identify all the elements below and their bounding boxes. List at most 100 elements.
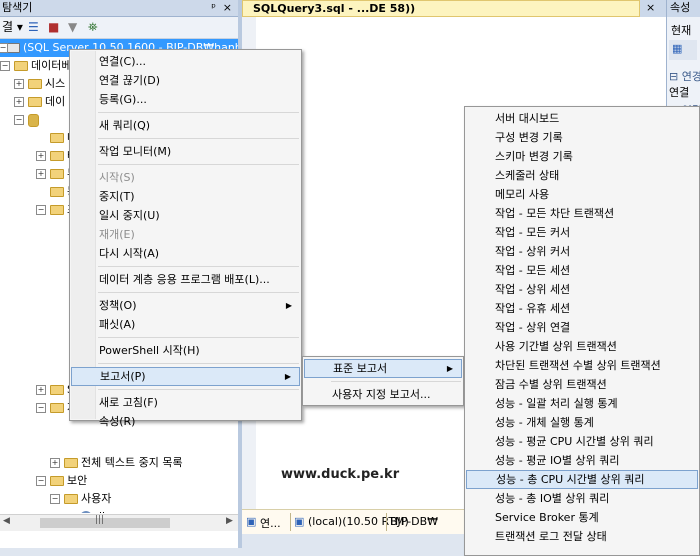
query-tab[interactable]: SQLQuery3.sql - ...DE 58)): [242, 0, 640, 17]
folder-icon: [28, 79, 42, 89]
watermark-text: www.duck.pe.kr: [281, 467, 400, 482]
tree-node-label: 전체 텍스트 중지 목록: [81, 456, 183, 469]
menu-item-label: 정책(O): [99, 299, 137, 312]
filter-icon[interactable]: ▼: [68, 20, 77, 35]
collapse-icon[interactable]: −: [0, 43, 8, 53]
property-category[interactable]: ⊟ 연경: [669, 68, 700, 84]
menu-item[interactable]: 중지(T): [71, 187, 300, 206]
menu-item[interactable]: 데이터 계층 응용 프로그램 배포(L)...: [71, 270, 300, 289]
tree-node[interactable]: −: [14, 111, 42, 129]
pin-icon[interactable]: ᵖ: [211, 0, 216, 16]
collapse-icon[interactable]: −: [0, 61, 10, 71]
close-icon[interactable]: ×: [223, 0, 232, 16]
tree-node[interactable]: + 전체 텍스트 중지 목록: [50, 454, 183, 472]
scrollbar-thumb[interactable]: [40, 518, 170, 528]
report-menu-item[interactable]: 작업 - 모든 세션: [466, 261, 698, 280]
menu-item[interactable]: 연결(C)...: [71, 52, 300, 71]
expand-icon[interactable]: +: [36, 151, 46, 161]
expand-icon[interactable]: +: [50, 458, 60, 468]
report-menu-item[interactable]: 사용 기간별 상위 트랜잭션: [466, 337, 698, 356]
collapse-icon[interactable]: −: [14, 115, 24, 125]
menu-item[interactable]: 패싯(A): [71, 315, 300, 334]
menu-separator: [331, 381, 461, 382]
report-menu-item[interactable]: Service Broker 통계: [466, 508, 698, 527]
report-menu-item[interactable]: 구성 변경 기록: [466, 128, 698, 147]
register-icon[interactable]: ☰: [28, 20, 39, 35]
menu-item[interactable]: 일시 중지(U): [71, 206, 300, 225]
tree-node[interactable]: dbo: [80, 508, 116, 513]
folder-icon: [50, 205, 64, 215]
report-menu-item[interactable]: 작업 - 모든 차단 트랜잭션: [466, 204, 698, 223]
menu-item[interactable]: 속성(R): [71, 412, 300, 431]
menu-item[interactable]: 연결 끊기(D): [71, 71, 300, 90]
folder-icon: [50, 151, 64, 161]
report-menu-item[interactable]: 성능 - 총 CPU 시간별 상위 쿼리: [466, 470, 698, 489]
report-menu-item[interactable]: 차단된 트랜잭션 수별 상위 트랜잭션: [466, 356, 698, 375]
menu-item-label: 연결(C)...: [99, 55, 146, 68]
menu-item[interactable]: 보고서(P) ▶: [71, 367, 300, 386]
menu-item[interactable]: 작업 모니터(M): [71, 142, 300, 161]
report-menu-item[interactable]: 성능 - 개체 실행 통계: [466, 413, 698, 432]
collapse-icon[interactable]: −: [50, 494, 60, 504]
expand-icon[interactable]: +: [14, 79, 24, 89]
folder-icon: [64, 458, 78, 468]
menu-item[interactable]: 새 쿼리(Q): [71, 116, 300, 135]
report-menu-item[interactable]: 작업 - 모든 커서: [466, 223, 698, 242]
expand-icon[interactable]: +: [14, 97, 24, 107]
report-menu-item[interactable]: 작업 - 유휴 세션: [466, 299, 698, 318]
server-icon: [6, 43, 20, 53]
connect-button[interactable]: 결 ▾: [2, 20, 23, 35]
expand-icon[interactable]: +: [36, 385, 46, 395]
menu-item[interactable]: 시작(S): [71, 168, 300, 187]
menu-item[interactable]: PowerShell 시작(H): [71, 341, 300, 360]
tree-node[interactable]: + 시스: [14, 75, 65, 93]
menu-item[interactable]: 다시 시작(A): [71, 244, 300, 263]
collapse-icon[interactable]: −: [36, 403, 46, 413]
report-menu-item[interactable]: 스케줄러 상태: [466, 166, 698, 185]
menu-item-label: 새 쿼리(Q): [99, 119, 151, 132]
menu-item[interactable]: 등록(G)...: [71, 90, 300, 109]
user-icon: [80, 511, 92, 513]
close-tab-icon[interactable]: ×: [646, 1, 655, 14]
tree-node[interactable]: − 데이터베: [0, 57, 71, 75]
menu-item-label: PowerShell 시작(H): [99, 344, 200, 357]
property-item[interactable]: 연결: [669, 84, 689, 100]
report-menu-item[interactable]: 작업 - 상위 연결: [466, 318, 698, 337]
properties-current: 현재: [671, 24, 692, 37]
categorized-icon[interactable]: ▦: [672, 42, 682, 55]
report-menu-item[interactable]: 잠금 수별 상위 트랜잭션: [466, 375, 698, 394]
menu-separator: [98, 389, 299, 390]
report-menu-item[interactable]: 스키마 변경 기록: [466, 147, 698, 166]
collapse-icon[interactable]: −: [36, 476, 46, 486]
object-explorer-title: 탐색기: [2, 1, 33, 14]
report-menu-item[interactable]: 성능 - 평균 CPU 시간별 상위 쿼리: [466, 432, 698, 451]
stop-icon[interactable]: ■: [48, 20, 59, 35]
status-connected: 연...: [260, 517, 281, 530]
expand-icon[interactable]: +: [36, 169, 46, 179]
report-menu-item[interactable]: 서버 대시보드: [466, 109, 698, 128]
menu-item[interactable]: 새로 고침(F): [71, 393, 300, 412]
horizontal-scrollbar[interactable]: ◀ ||| ▶: [0, 514, 238, 531]
collapse-icon[interactable]: −: [36, 205, 46, 215]
scroll-left-icon[interactable]: ◀: [3, 516, 10, 526]
report-menu-item[interactable]: 성능 - 총 IO별 상위 쿼리: [466, 489, 698, 508]
report-menu-item[interactable]: 트랜잭션 로그 전달 상태: [466, 527, 698, 546]
menu-item-label: 패싯(A): [99, 318, 136, 331]
tree-node[interactable]: + 데이: [14, 93, 65, 111]
properties-title: 속성: [667, 0, 700, 17]
report-menu-item[interactable]: 성능 - 평균 IO별 상위 쿼리: [466, 451, 698, 470]
report-menu-item[interactable]: 작업 - 상위 세션: [466, 280, 698, 299]
menu-item[interactable]: 정책(O) ▶: [71, 296, 300, 315]
report-menu-item[interactable]: 작업 - 상위 커서: [466, 242, 698, 261]
refresh-icon[interactable]: ⛯: [88, 20, 98, 35]
menu-item[interactable]: 재개(E): [71, 225, 300, 244]
grip-icon: |||: [95, 515, 105, 525]
menu-item[interactable]: 사용자 지정 보고서...: [304, 385, 462, 404]
scroll-right-icon[interactable]: ▶: [226, 516, 233, 526]
report-menu-item[interactable]: 메모리 사용: [466, 185, 698, 204]
tree-node[interactable]: − 사용자: [50, 490, 111, 508]
menu-item[interactable]: 표준 보고서 ▶: [304, 359, 462, 378]
tree-node[interactable]: − 보안: [36, 472, 87, 490]
menu-item-label: 재개(E): [99, 228, 135, 241]
report-menu-item[interactable]: 성능 - 일괄 처리 실행 통계: [466, 394, 698, 413]
